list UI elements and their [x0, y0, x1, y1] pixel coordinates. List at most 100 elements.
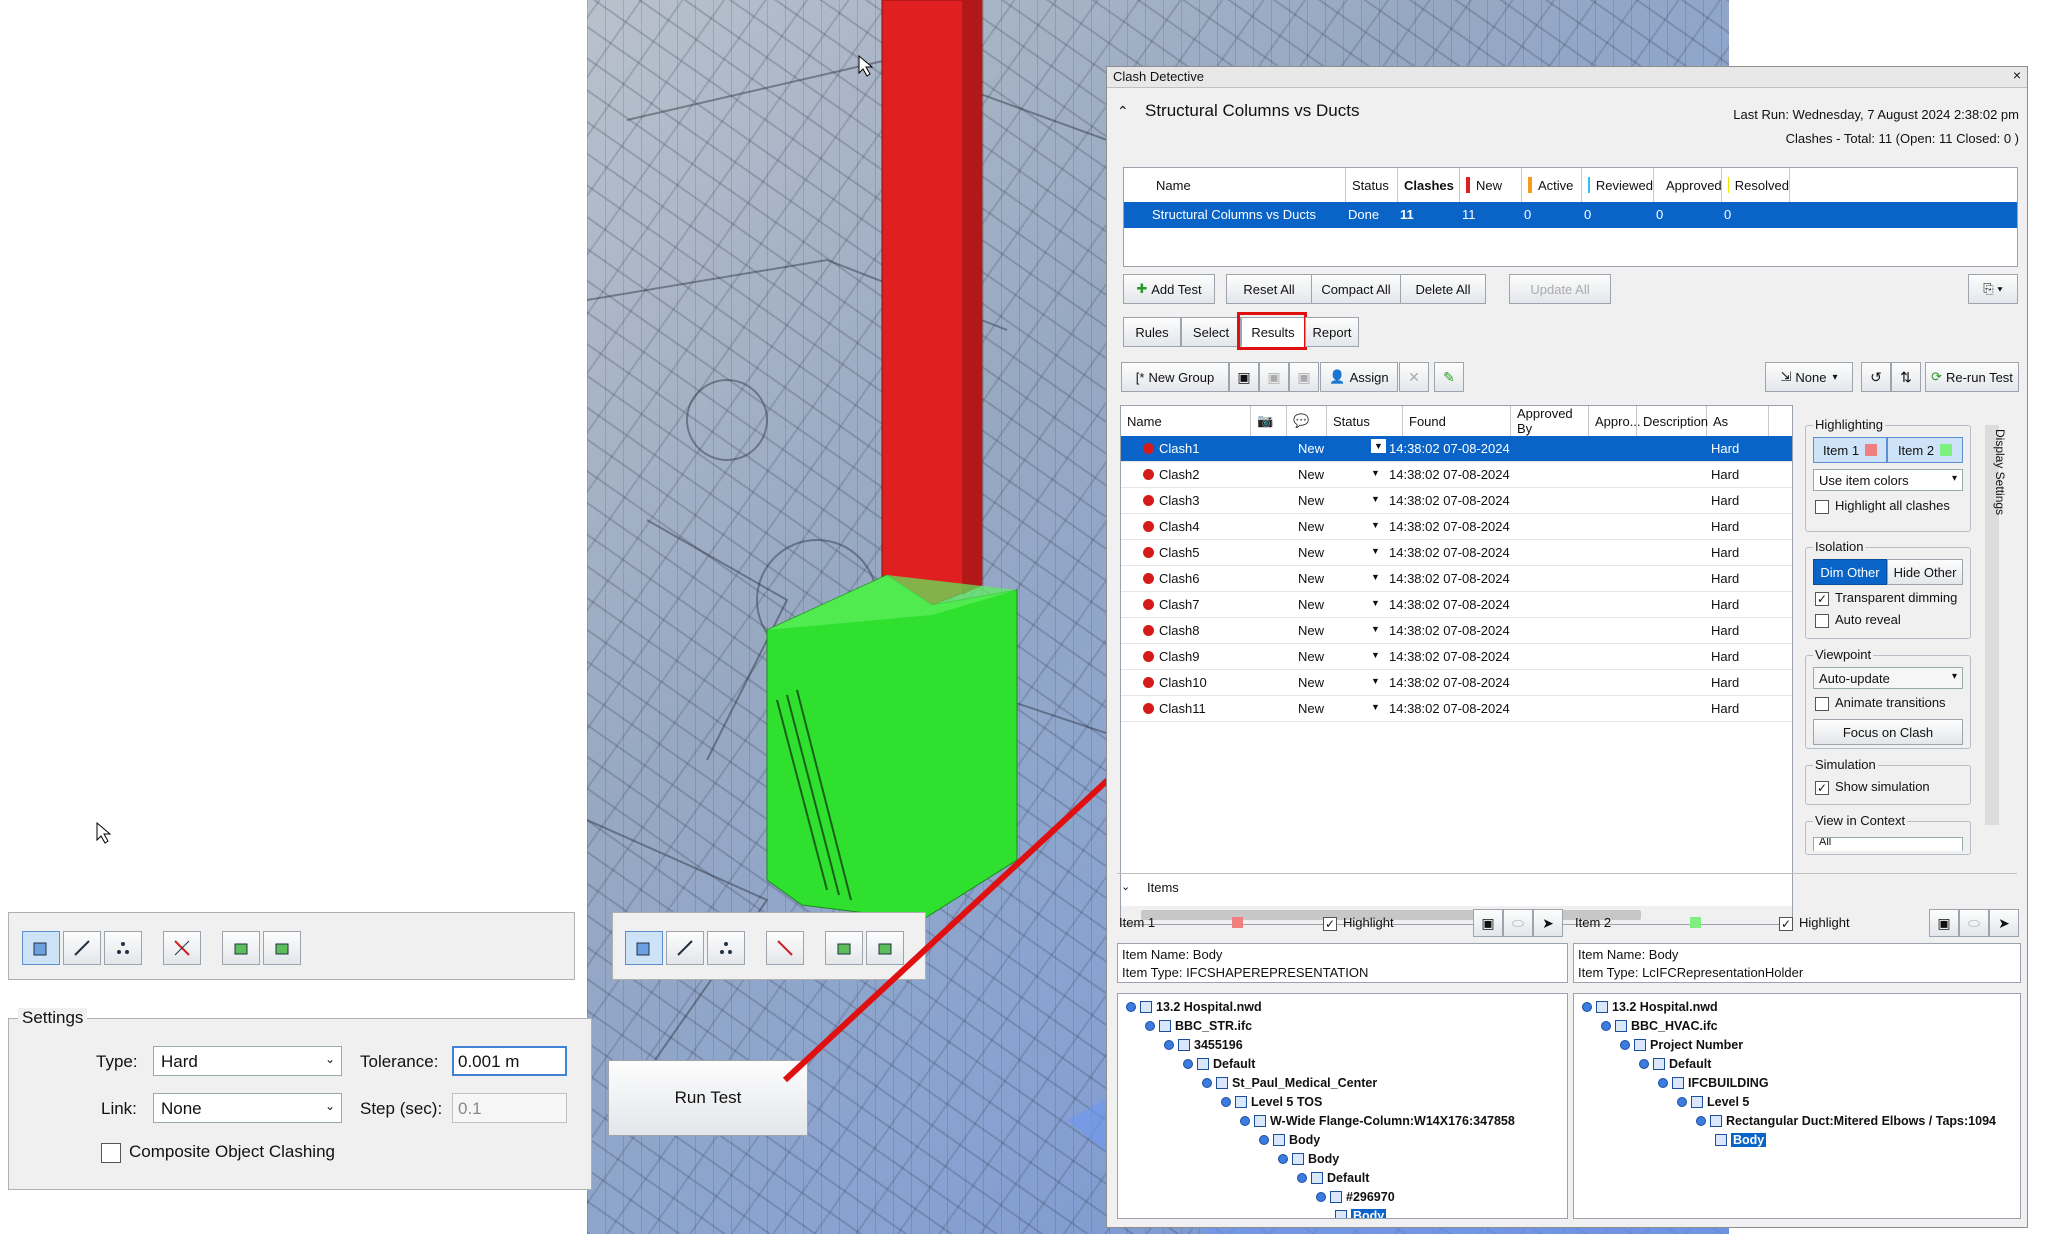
chevron-down-icon[interactable]: ▼	[1371, 650, 1380, 660]
results-col-header[interactable]: Appro...	[1589, 406, 1641, 436]
table-row[interactable]: Clash9 New ▼ 14:38:02 07-08-2024 Hard	[1121, 644, 1792, 670]
expand-icon[interactable]	[1316, 1192, 1326, 1202]
results-col-header[interactable]: Approved By	[1511, 406, 1589, 436]
dim-other-button[interactable]: Dim Other	[1813, 559, 1887, 585]
tests-col-status[interactable]: Status	[1346, 168, 1398, 202]
expand-icon[interactable]	[1278, 1154, 1288, 1164]
tree-node[interactable]: Body	[1278, 1150, 1339, 1168]
tests-col-name[interactable]: Name	[1150, 168, 1346, 202]
table-row[interactable]: Clash4 New ▼ 14:38:02 07-08-2024 Hard	[1121, 514, 1792, 540]
expand-icon[interactable]	[1620, 1040, 1630, 1050]
results-col-header[interactable]: Found	[1403, 406, 1511, 436]
step-input[interactable]: 0.1	[452, 1093, 567, 1123]
table-row[interactable]: Clash2 New ▼ 14:38:02 07-08-2024 Hard	[1121, 462, 1792, 488]
ungroup-icon[interactable]: ▣	[1259, 362, 1289, 392]
chevron-down-icon[interactable]: ▼	[1371, 702, 1380, 712]
results-col-header[interactable]: As	[1707, 406, 1769, 436]
view-in-context-select[interactable]: All	[1813, 837, 1963, 851]
hide-other-button[interactable]: Hide Other	[1887, 559, 1963, 585]
collapse-icon[interactable]: ⌃	[1117, 103, 1129, 120]
animate-transitions-checkbox[interactable]	[1815, 697, 1829, 711]
type-select[interactable]: Hard ⌄	[153, 1046, 342, 1076]
item2-highlight-checkbox[interactable]: ✓	[1779, 917, 1793, 931]
tree-node[interactable]: Default	[1297, 1169, 1369, 1187]
line-icon-2[interactable]	[666, 931, 704, 965]
transparent-dimming-checkbox[interactable]: ✓	[1815, 592, 1829, 606]
color-mode-select[interactable]: Use item colors ▾	[1813, 469, 1963, 491]
line-icon[interactable]	[63, 931, 101, 965]
tree-node[interactable]: BBC_HVAC.ifc	[1601, 1017, 1718, 1035]
item2-select-icon[interactable]: ▣	[1929, 909, 1959, 937]
chevron-down-icon[interactable]: ▼	[1371, 598, 1380, 608]
chevron-down-icon[interactable]: ▼	[1371, 676, 1380, 686]
clash-3d-icon[interactable]	[22, 931, 60, 965]
highlight-all-checkbox[interactable]	[1815, 500, 1829, 514]
item2-color-button[interactable]: Item 2	[1887, 437, 1963, 463]
tree-node[interactable]: Body	[1335, 1207, 1387, 1218]
expand-icon[interactable]	[1696, 1116, 1706, 1126]
tab-select[interactable]: Select	[1181, 317, 1241, 347]
tests-col-active[interactable]: Active	[1522, 168, 1582, 202]
expand-icon[interactable]	[1601, 1021, 1611, 1031]
results-col-header[interactable]: Description	[1637, 406, 1708, 436]
tree-node[interactable]: Rectangular Duct:Mitered Elbows / Taps:1…	[1696, 1112, 1996, 1130]
chevron-down-icon[interactable]: ▼	[1371, 546, 1380, 556]
assign-button[interactable]: 👤 Assign	[1320, 362, 1398, 392]
expand-icon[interactable]	[1582, 1002, 1592, 1012]
tests-row[interactable]: Structural Columns vs Ducts Done 11 11 0 0 0 0	[1124, 202, 2017, 228]
item1-select-icon[interactable]: ▣	[1473, 909, 1503, 937]
rerun-test-button[interactable]: ⟳ Re-run Test	[1925, 362, 2019, 392]
show-simulation-checkbox[interactable]: ✓	[1815, 781, 1829, 795]
tree-node[interactable]: St_Paul_Medical_Center	[1202, 1074, 1377, 1092]
chevron-down-icon[interactable]: ▼	[1371, 624, 1380, 634]
new-group-button[interactable]: [* New Group	[1121, 362, 1229, 392]
table-row[interactable]: Clash1 New ▼ 14:38:02 07-08-2024 Hard	[1121, 436, 1792, 462]
expand-icon[interactable]	[1259, 1135, 1269, 1145]
none-dropdown[interactable]: ⇲ None ▾	[1765, 362, 1853, 392]
items-header[interactable]: ⌄ Items	[1117, 873, 2017, 900]
comment-header-icon[interactable]: 💬	[1287, 406, 1327, 436]
display-settings-side-tab[interactable]: Display Settings	[1981, 405, 2007, 905]
export-menu-button[interactable]: ⎘ ▾	[1968, 274, 2018, 304]
explode-group-icon[interactable]: ▣	[1289, 362, 1319, 392]
tree-node[interactable]: BBC_STR.ifc	[1145, 1017, 1252, 1035]
expand-icon[interactable]	[1145, 1021, 1155, 1031]
table-row[interactable]: Clash6 New ▼ 14:38:02 07-08-2024 Hard	[1121, 566, 1792, 592]
chevron-down-icon[interactable]: ▼	[1371, 439, 1386, 453]
item1-tag-icon[interactable]: ⬭	[1503, 909, 1533, 937]
tree-node[interactable]: Level 5 TOS	[1221, 1093, 1322, 1111]
results-col-header[interactable]: Name	[1121, 406, 1251, 436]
tests-col-new[interactable]: New	[1460, 168, 1522, 202]
close-icon[interactable]: ×	[2013, 67, 2021, 83]
tests-col-clashes[interactable]: Clashes	[1398, 168, 1460, 202]
points-icon[interactable]	[104, 931, 142, 965]
update-all-button[interactable]: Update All	[1509, 274, 1611, 304]
tree-node[interactable]: 3455196	[1164, 1036, 1243, 1054]
viewpoint-select[interactable]: Auto-update ▾	[1813, 667, 1963, 689]
chevron-down-icon[interactable]: ▼	[1371, 494, 1380, 504]
table-row[interactable]: Clash11 New ▼ 14:38:02 07-08-2024 Hard	[1121, 696, 1792, 722]
tests-col-approved[interactable]: Approved	[1654, 168, 1722, 202]
import-set-icon[interactable]	[222, 931, 260, 965]
item2-pointer-icon[interactable]: ➤	[1989, 909, 2019, 937]
tolerance-input[interactable]: 0.001 m	[452, 1046, 567, 1076]
results-col-header[interactable]: Status	[1327, 406, 1403, 436]
expand-icon[interactable]	[1658, 1078, 1668, 1088]
add-test-button[interactable]: ✚ Add Test	[1123, 274, 1215, 304]
tab-report[interactable]: Report	[1305, 317, 1359, 347]
camera-icon[interactable]: 📷	[1251, 406, 1287, 436]
tree-node[interactable]: Level 5	[1677, 1093, 1749, 1111]
tree-node[interactable]: Project Number	[1620, 1036, 1743, 1054]
item1-pointer-icon[interactable]: ➤	[1533, 909, 1563, 937]
chevron-down-icon[interactable]: ▼	[1371, 468, 1380, 478]
tests-col-resolved[interactable]: Resolved	[1722, 168, 1790, 202]
expand-icon[interactable]	[1677, 1097, 1687, 1107]
clash-3d-icon-2[interactable]	[625, 931, 663, 965]
tree-node[interactable]: Default	[1183, 1055, 1255, 1073]
self-intersect-icon[interactable]	[163, 931, 201, 965]
tree-node[interactable]: Body	[1715, 1131, 1767, 1149]
table-row[interactable]: Clash7 New ▼ 14:38:02 07-08-2024 Hard	[1121, 592, 1792, 618]
expand-icon[interactable]	[1126, 1002, 1136, 1012]
table-row[interactable]: Clash5 New ▼ 14:38:02 07-08-2024 Hard	[1121, 540, 1792, 566]
item1-highlight-checkbox[interactable]: ✓	[1323, 917, 1337, 931]
